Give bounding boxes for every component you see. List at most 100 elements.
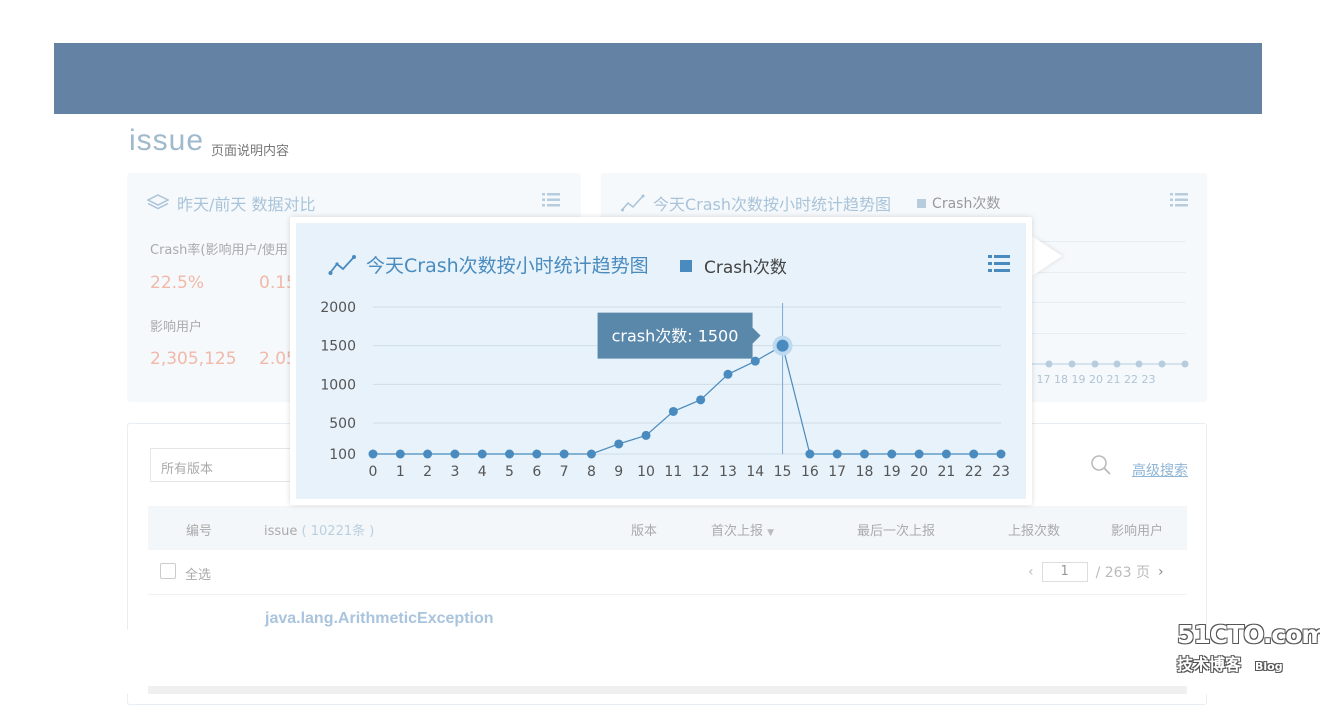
page-input[interactable]: 1 [1041,562,1088,582]
data-point [941,449,951,459]
data-point [614,439,624,449]
data-point [668,406,678,416]
data-point [368,449,378,459]
background-series-line [1023,360,1189,368]
watermark: 51CTO.com 技术博客 Blog [1177,620,1320,675]
trend-panel-header: 今天Crash次数按小时统计趋势图 Crash次数 [621,191,1000,215]
popup-arrow [1032,236,1062,276]
grid-line [1021,302,1186,303]
watermark-logo-text: 51CTO.com [1177,620,1320,649]
column-issue-label: issue [264,524,298,539]
x-tick-label: 4 [478,464,487,480]
y-tick-label: 500 [329,416,356,432]
data-point [832,449,842,459]
x-tick-label: 10 [637,464,655,480]
next-page-icon[interactable]: › [1158,564,1164,580]
search-icon[interactable] [1090,454,1112,476]
issue-title-link[interactable]: java.lang.ArithmeticException [265,610,494,628]
data-point [477,449,487,459]
series-line [373,344,1001,455]
advanced-search-link[interactable]: 高级搜索 [1132,460,1188,480]
column-first-report[interactable]: 首次上报 ▼ [711,520,774,539]
x-tick-label: 20 [910,464,928,480]
x-tick-label: 16 [801,464,819,480]
column-issue: issue ( 10221条 ) [264,520,374,539]
grid-line [1021,333,1186,334]
x-tick-label: 11 [664,464,682,480]
column-version[interactable]: 版本 [631,520,657,539]
watermark-subtitle-small: Blog [1255,660,1283,673]
data-point [887,449,897,459]
x-tick-label: 14 [746,464,764,480]
data-point [996,449,1006,459]
crash-trend-chart: 1005001000150020000 1 2 3 4 5 6 7 8 9 10 11 12 13 14 15… [320,300,1010,480]
comparison-panel-title: 昨天/前天 数据对比 [177,195,316,214]
trend-panel-title: 今天Crash次数按小时统计趋势图 [653,195,892,214]
data-point [969,449,979,459]
pagination: ‹ 1 / 263 页 › [1028,562,1164,582]
select-all-row: 全选 ‹ 1 / 263 页 › [148,550,1187,595]
version-select[interactable]: 所有版本 [150,448,300,482]
data-point [450,449,460,459]
x-tick-label: 19 [883,464,901,480]
affected-users-value-yesterday: 2,305,125 [150,349,237,369]
legend-swatch [917,198,927,208]
x-tick-label: 9 [614,464,623,480]
column-id: 编号 [186,524,213,539]
column-last-report[interactable]: 最后一次上报 [857,520,935,539]
data-point [586,449,596,459]
data-point [914,449,924,459]
sort-down-icon: ▼ [767,528,775,538]
x-tick-label: 5 [505,464,514,480]
y-tick-label: 2000 [320,300,356,316]
list-icon[interactable] [1170,193,1188,207]
page-description: 页面说明内容 [211,144,290,159]
select-all-label: 全选 [185,568,212,583]
list-icon[interactable] [542,193,560,207]
page-total: / 263 页 [1095,565,1150,581]
x-tick-label: 15 [774,464,792,480]
chart-popup: 今天Crash次数按小时统计趋势图 Crash次数 100 500 1000 1500… [290,217,1032,505]
x-tick-label: 6 [532,464,541,480]
watermark-subtitle-main: 技术博客 [1177,655,1242,674]
crash-rate-label: Crash率(影响用户/使用 [150,243,288,258]
chart-popup-body: 今天Crash次数按小时统计趋势图 Crash次数 100 500 1000 1500… [296,223,1026,499]
x-tick-label: 12 [692,464,710,480]
x-tick-label: 2 [423,464,432,480]
tooltip-text: crash次数: 1500 [612,327,739,346]
watermark-subtitle: 技术博客 Blog [1177,651,1320,675]
x-tick-label: 0 [369,464,378,480]
crash-rate-value-yesterday: 22.5% [150,273,205,293]
data-point [641,430,651,440]
affected-users-label: 影响用户 [150,320,203,335]
data-point [532,449,542,459]
issue-count: ( 10221条 ) [301,524,375,539]
data-point [696,395,706,405]
y-tick-label: 1500 [320,339,356,355]
x-tick-label: 18 [856,464,874,480]
x-tick-label: 13 [719,464,737,480]
trend-panel-legend[interactable]: Crash次数 [917,193,1000,213]
trend-panel-legend-label: Crash次数 [932,196,1001,212]
top-header-bar [54,43,1262,114]
data-point [395,449,405,459]
x-tick-label: 8 [587,464,596,480]
data-point [423,449,433,459]
column-first-report-label: 首次上报 [711,524,764,539]
column-affected-users[interactable]: 影响用户 [1111,520,1163,539]
data-point [559,449,569,459]
select-all-checkbox[interactable] [160,563,176,579]
comparison-panel-header: 昨天/前天 数据对比 [147,191,315,215]
data-point [859,449,869,459]
prev-page-icon[interactable]: ‹ [1028,564,1034,580]
data-point [776,339,789,352]
line-chart-icon [621,194,645,212]
x-tick-label: 22 [965,464,983,480]
data-point [505,449,515,459]
y-tick-label: 1000 [320,377,356,393]
table-header: 编号 issue ( 10221条 ) 版本 首次上报 ▼ 最后一次上报 上报次… [148,506,1187,550]
layers-icon [147,194,169,210]
bottom-row-strip [148,686,1187,694]
column-report-count[interactable]: 上报次数 [1008,520,1060,539]
x-tick-label: 7 [560,464,569,480]
